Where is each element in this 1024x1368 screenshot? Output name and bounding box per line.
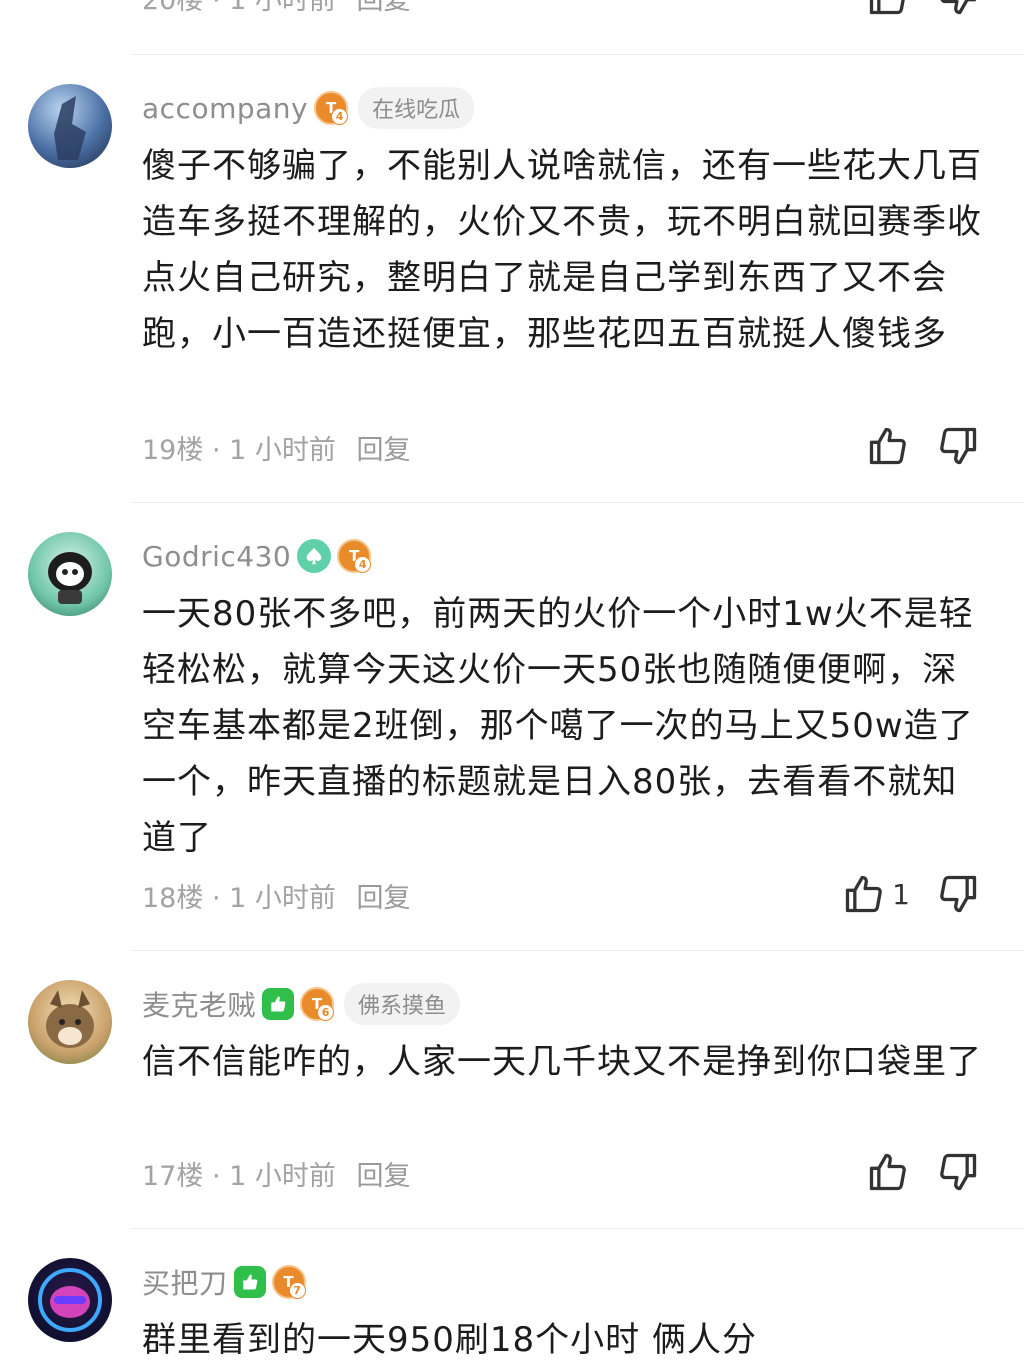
user-tag: 在线吃瓜	[358, 87, 475, 129]
like-count: 1	[892, 877, 910, 911]
level-number: 6	[317, 1004, 335, 1021]
floor-number: 17楼	[142, 1161, 204, 1192]
avatar-image	[46, 990, 94, 1048]
thumbs-up-icon	[869, 1153, 906, 1191]
thumbs-up-icon	[869, 0, 905, 15]
avatar-image	[48, 552, 92, 604]
avatar-image	[54, 96, 86, 160]
username[interactable]: 买把刀	[142, 1262, 228, 1302]
thumbs-up-icon	[242, 1274, 257, 1290]
fan-badge	[297, 539, 332, 573]
divider	[132, 502, 1024, 503]
dislike-button[interactable]	[936, 872, 980, 916]
comment-time: 1 小时前	[229, 435, 336, 466]
comment-time: 1 小时前	[229, 883, 336, 914]
comment-text: 信不信能咋的，人家一天几千块又不是挣到你口袋里了	[142, 1042, 982, 1082]
level-badge: T4	[314, 91, 349, 125]
level-badge: T4	[337, 539, 372, 573]
level-number: 4	[354, 556, 372, 573]
comment-text: 一天80张不多吧，前两天的火价一个小时1w火不是轻轻松松，就算今天这火价一天50…	[142, 594, 974, 858]
level-badge: T7	[271, 1265, 306, 1299]
avatar-image	[38, 1268, 102, 1332]
reply-button[interactable]: 回复	[356, 1161, 410, 1192]
divider	[132, 54, 1024, 55]
username[interactable]: 麦克老贼	[142, 984, 256, 1024]
comment-text: 群里看到的一天950刷18个小时 俩人分	[142, 1320, 757, 1360]
thumbs-down-icon	[940, 875, 977, 913]
username[interactable]: accompany	[142, 92, 308, 125]
user-tag: 佛系摸鱼	[344, 983, 461, 1025]
like-button[interactable]	[866, 0, 910, 18]
comment-meta: 17楼 · 1 小时前 回复	[142, 1161, 411, 1192]
divider	[132, 950, 1024, 951]
comment-meta: 19楼 · 1 小时前 回复	[142, 435, 411, 466]
thumbs-up-icon	[869, 427, 906, 465]
reply-button[interactable]: 回复	[356, 883, 410, 914]
avatar[interactable]	[28, 84, 112, 168]
floor-number: 20楼	[142, 0, 204, 16]
avatar[interactable]	[28, 532, 112, 616]
level-badge: T6	[300, 987, 335, 1021]
divider	[132, 1228, 1024, 1229]
thumbs-down-icon	[940, 1153, 977, 1191]
comment-meta: 18楼 · 1 小时前 回复	[142, 883, 411, 914]
like-button[interactable]	[866, 424, 910, 468]
like-button[interactable]: 1	[842, 872, 910, 916]
avatar[interactable]	[28, 1258, 112, 1342]
comment-time: 1 小时前	[229, 0, 336, 16]
green-badge	[233, 1266, 266, 1298]
comment-time: 1 小时前	[229, 1161, 336, 1192]
reply-button[interactable]: 回复	[356, 0, 410, 16]
comment-text: 傻子不够骗了，不能别人说啥就信，还有一些花大几百造车多挺不理解的，火价又不贵，玩…	[142, 146, 982, 354]
dislike-button[interactable]	[936, 1150, 980, 1194]
spade-icon	[306, 547, 322, 565]
reply-button[interactable]: 回复	[356, 435, 410, 466]
like-button[interactable]	[866, 1150, 910, 1194]
thumbs-down-icon	[940, 0, 977, 15]
thumbs-down-icon	[940, 427, 977, 465]
floor-number: 18楼	[142, 883, 204, 914]
floor-number: 19楼	[142, 435, 204, 466]
level-number: 7	[288, 1282, 306, 1299]
comment-meta: 20楼 · 1 小时前 回复	[142, 0, 410, 17]
thumbs-up-icon	[846, 875, 883, 913]
username[interactable]: Godric430	[142, 540, 291, 573]
thumbs-up-icon	[271, 996, 286, 1012]
dislike-button[interactable]	[936, 424, 980, 468]
green-badge	[262, 988, 295, 1020]
dislike-button[interactable]	[936, 0, 980, 18]
level-number: 4	[331, 108, 349, 125]
avatar[interactable]	[28, 980, 112, 1064]
